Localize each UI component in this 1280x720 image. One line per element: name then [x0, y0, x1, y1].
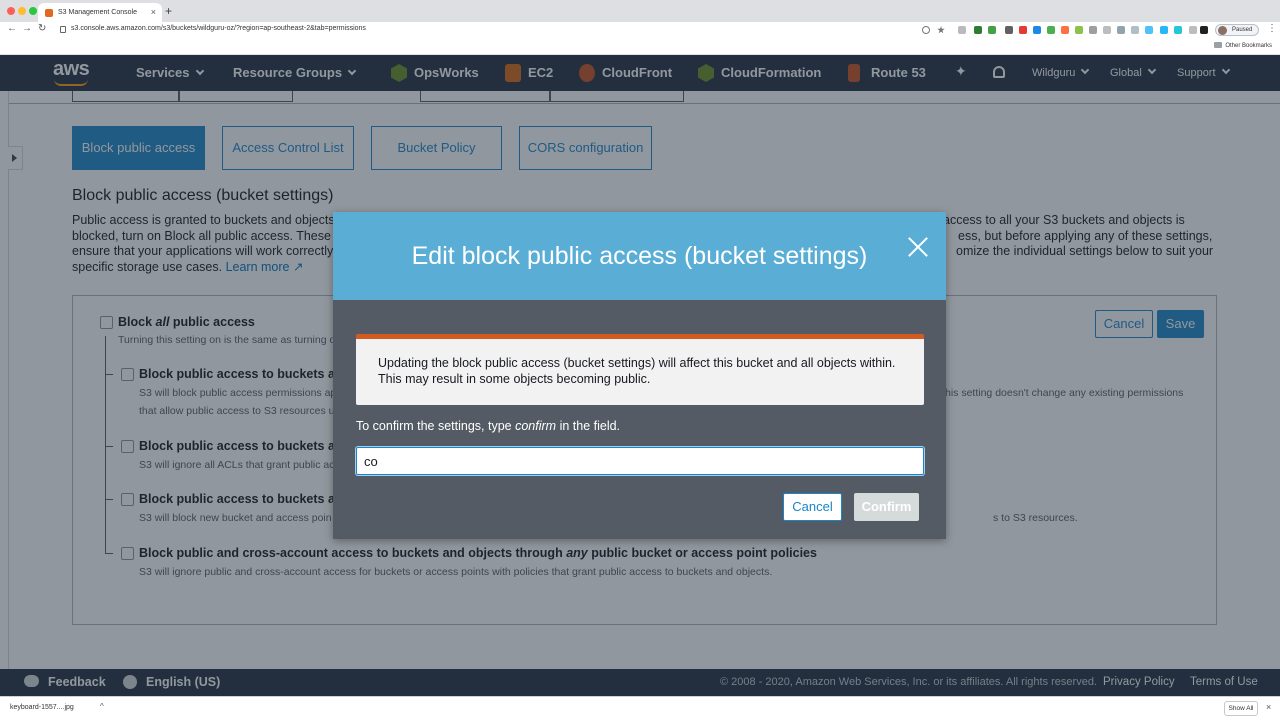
- new-tab-icon[interactable]: +: [165, 4, 172, 18]
- reload-icon[interactable]: ↻: [38, 23, 46, 34]
- extension-icon[interactable]: [1103, 26, 1111, 34]
- url-field[interactable]: s3.console.aws.amazon.com/s3/buckets/wil…: [71, 25, 366, 32]
- confirm-suffix: in the field.: [556, 419, 621, 433]
- bookmark-folder[interactable]: Other Bookmarks: [1214, 42, 1272, 49]
- avatar: [1218, 26, 1227, 35]
- extension-icon[interactable]: [1160, 26, 1168, 34]
- extension-icon[interactable]: [1200, 26, 1208, 34]
- zoom-icon[interactable]: [922, 26, 930, 34]
- extension-icon[interactable]: [1189, 26, 1197, 34]
- warning-alert: Updating the block public access (bucket…: [356, 334, 924, 405]
- confirm-word: confirm: [515, 419, 557, 433]
- window-close-dot[interactable]: [7, 7, 15, 15]
- tab-title: S3 Management Console: [58, 9, 137, 16]
- extension-icon[interactable]: [1089, 26, 1097, 34]
- extension-icon[interactable]: [1047, 26, 1055, 34]
- extension-icon[interactable]: [958, 26, 966, 34]
- extension-icon[interactable]: [1174, 26, 1182, 34]
- modal-header: Edit block public access (bucket setting…: [333, 212, 946, 300]
- close-icon[interactable]: [907, 236, 929, 258]
- window-minimize-dot[interactable]: [18, 7, 26, 15]
- extension-icon[interactable]: [1033, 26, 1041, 34]
- extension-icon[interactable]: [988, 26, 996, 34]
- edit-block-public-access-modal: Edit block public access (bucket setting…: [333, 212, 946, 539]
- profile-status: Paused: [1232, 27, 1253, 33]
- back-icon[interactable]: ←: [7, 23, 17, 34]
- download-item[interactable]: keyboard-1557....jpg: [10, 704, 74, 711]
- modal-cancel-button[interactable]: Cancel: [783, 493, 842, 521]
- tab-close-icon[interactable]: ×: [151, 3, 156, 22]
- show-all-button[interactable]: Show All: [1224, 701, 1258, 716]
- extension-icon[interactable]: [1019, 26, 1027, 34]
- browser-tab[interactable]: S3 Management Console ×: [38, 3, 162, 22]
- forward-icon[interactable]: →: [22, 23, 32, 34]
- confirm-input[interactable]: [356, 447, 924, 475]
- extension-icon[interactable]: [1145, 26, 1153, 34]
- bookmark-star-icon[interactable]: [937, 26, 945, 34]
- address-bar: ← → ↻ s3.console.aws.amazon.com/s3/bucke…: [0, 22, 1280, 38]
- confirm-instruction: To confirm the settings, type confirm in…: [356, 419, 620, 433]
- modal-title: Edit block public access (bucket setting…: [411, 242, 868, 270]
- extension-icon[interactable]: [1061, 26, 1069, 34]
- downloads-bar: keyboard-1557....jpg ^ Show All ×: [0, 696, 1280, 720]
- alert-text: Updating the block public access (bucket…: [378, 356, 908, 387]
- window-zoom-dot[interactable]: [29, 7, 37, 15]
- extension-icon[interactable]: [1117, 26, 1125, 34]
- bookmarks-bar: Other Bookmarks: [0, 38, 1280, 55]
- confirm-prefix: To confirm the settings, type: [356, 419, 516, 433]
- browser-menu-icon[interactable]: ⋮: [1267, 23, 1277, 34]
- chevron-up-icon[interactable]: ^: [100, 702, 104, 711]
- modal-confirm-button[interactable]: Confirm: [854, 493, 919, 521]
- profile-button[interactable]: Paused: [1215, 24, 1259, 36]
- alert-line: Updating the block public access (bucket…: [378, 356, 896, 370]
- bookmark-folder-label: Other Bookmarks: [1225, 43, 1272, 49]
- s3-favicon-icon: [45, 9, 53, 17]
- extension-icon[interactable]: [974, 26, 982, 34]
- extension-icon[interactable]: [1005, 26, 1013, 34]
- close-icon[interactable]: ×: [1266, 702, 1271, 712]
- alert-line: This may result in some objects becoming…: [378, 371, 651, 386]
- browser-tabstrip: S3 Management Console × +: [0, 0, 1280, 22]
- extension-icon[interactable]: [1131, 26, 1139, 34]
- lock-icon: [60, 26, 66, 33]
- folder-icon: [1214, 42, 1223, 48]
- extension-icon[interactable]: [1075, 26, 1083, 34]
